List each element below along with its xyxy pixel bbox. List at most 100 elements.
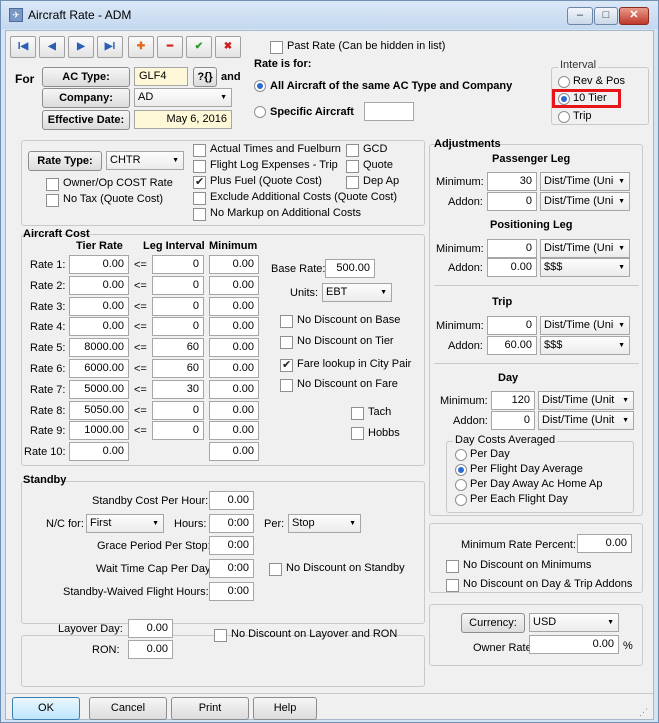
resize-grip-icon[interactable]: ⋰ — [639, 707, 648, 718]
minimum-field[interactable]: 0.00 — [209, 379, 259, 399]
owner-cost-checkbox[interactable] — [46, 178, 59, 191]
pos-addon-field[interactable]: 0.00 — [487, 258, 537, 277]
all-aircraft-radio[interactable] — [254, 80, 266, 92]
trip-addon-field[interactable]: 60.00 — [487, 336, 537, 355]
no-discount-layover-checkbox[interactable] — [214, 629, 227, 642]
rate-type-select[interactable]: CHTR — [106, 151, 184, 170]
plus-fuel-checkbox[interactable] — [193, 175, 206, 189]
leg-interval-field[interactable]: 0 — [152, 255, 204, 274]
tier-rate-field[interactable]: 0.00 — [69, 442, 129, 462]
dep-ap-checkbox[interactable] — [346, 176, 359, 189]
tier-rate-field[interactable]: 0.00 — [69, 317, 129, 337]
grace-period-field[interactable]: 0:00 — [209, 536, 254, 555]
day-addon-unit-select[interactable]: Dist/Time (Unit — [538, 411, 634, 430]
day-min-unit-select[interactable]: Dist/Time (Unit — [538, 391, 634, 410]
hobbs-checkbox[interactable] — [351, 427, 364, 440]
no-discount-tier-checkbox[interactable] — [280, 336, 293, 349]
prev-record-button[interactable]: ◀ — [39, 36, 65, 58]
close-button[interactable]: ✕ — [619, 7, 649, 25]
layover-day-field[interactable]: 0.00 — [128, 619, 173, 638]
day-min-field[interactable]: 120 — [491, 391, 535, 410]
leg-interval-field[interactable]: 0 — [152, 296, 204, 316]
no-discount-standby-checkbox[interactable] — [269, 563, 282, 576]
leg-interval-field[interactable]: 30 — [152, 379, 204, 399]
company-button[interactable]: Company: — [42, 88, 130, 108]
minimum-field[interactable]: 0.00 — [209, 296, 259, 316]
leg-interval-field[interactable]: 0 — [152, 317, 204, 337]
tier-rate-field[interactable]: 5050.00 — [69, 400, 129, 420]
effective-date-field[interactable]: May 6, 2016 — [134, 110, 232, 129]
no-tax-checkbox[interactable] — [46, 194, 59, 207]
cancel-edit-button[interactable]: ✖ — [215, 36, 241, 58]
minimum-field[interactable]: 0.00 — [209, 275, 259, 295]
min-rate-percent-field[interactable]: 0.00 — [577, 534, 632, 553]
fare-lookup-checkbox[interactable] — [280, 358, 293, 372]
interval-10-tier-radio[interactable] — [558, 93, 570, 105]
delete-record-button[interactable]: ━ — [157, 36, 183, 58]
accept-button[interactable]: ✔ — [186, 36, 212, 58]
ac-type-button[interactable]: AC Type: — [42, 67, 130, 87]
no-discount-day-trip-checkbox[interactable] — [446, 579, 459, 592]
currency-select[interactable]: USD — [529, 613, 619, 632]
maximize-button[interactable]: □ — [594, 7, 618, 25]
no-markup-checkbox[interactable] — [193, 208, 206, 221]
minimum-field[interactable]: 0.00 — [209, 400, 259, 420]
minimum-field[interactable]: 0.00 — [209, 338, 259, 358]
tier-rate-field[interactable]: 0.00 — [69, 255, 129, 274]
trip-min-field[interactable]: 0 — [487, 316, 537, 335]
no-discount-fare-checkbox[interactable] — [280, 379, 293, 392]
tier-rate-field[interactable]: 8000.00 — [69, 338, 129, 358]
minimum-field[interactable]: 0.00 — [209, 359, 259, 378]
interval-trip-radio[interactable] — [558, 111, 570, 123]
first-record-button[interactable]: I◀ — [10, 36, 36, 58]
tach-checkbox[interactable] — [351, 407, 364, 420]
interval-rev-pos-radio[interactable] — [558, 76, 570, 88]
minimize-button[interactable]: – — [567, 7, 593, 25]
minimum-field[interactable]: 0.00 — [209, 421, 259, 441]
leg-interval-field[interactable]: 0 — [152, 400, 204, 420]
tier-rate-field[interactable]: 0.00 — [69, 296, 129, 316]
per-each-flight-day-radio[interactable] — [455, 494, 467, 506]
ac-type-field[interactable]: GLF4 — [134, 67, 188, 86]
quote-checkbox[interactable] — [346, 160, 359, 173]
per-flight-day-average-radio[interactable] — [455, 464, 467, 476]
tier-rate-field[interactable]: 1000.00 — [69, 421, 129, 441]
per-day-radio[interactable] — [455, 449, 467, 461]
tier-rate-field[interactable]: 6000.00 — [69, 359, 129, 378]
pass-min-unit-select[interactable]: Dist/Time (Uni — [540, 172, 630, 191]
ron-field[interactable]: 0.00 — [128, 640, 173, 659]
units-select[interactable]: EBT — [322, 283, 392, 302]
specific-aircraft-radio[interactable] — [254, 106, 266, 118]
tier-rate-field[interactable]: 5000.00 — [69, 379, 129, 399]
base-rate-field[interactable]: 500.00 — [325, 259, 375, 278]
pos-min-unit-select[interactable]: Dist/Time (Uni — [540, 239, 630, 258]
next-record-button[interactable]: ▶ — [68, 36, 94, 58]
actual-times-checkbox[interactable] — [193, 144, 206, 157]
last-record-button[interactable]: ▶I — [97, 36, 123, 58]
leg-interval-field[interactable]: 60 — [152, 338, 204, 358]
minimum-field[interactable]: 0.00 — [209, 442, 259, 462]
pos-min-field[interactable]: 0 — [487, 239, 537, 258]
owner-rate-field[interactable]: 0.00 — [529, 635, 619, 654]
leg-interval-field[interactable]: 0 — [152, 275, 204, 295]
trip-min-unit-select[interactable]: Dist/Time (Uni — [540, 316, 630, 335]
effective-date-button[interactable]: Effective Date: — [42, 110, 130, 130]
pass-addon-unit-select[interactable]: Dist/Time (Uni — [540, 192, 630, 211]
pass-addon-field[interactable]: 0 — [487, 192, 537, 211]
past-rate-checkbox[interactable] — [270, 41, 283, 54]
exclude-costs-checkbox[interactable] — [193, 192, 206, 205]
pass-min-field[interactable]: 30 — [487, 172, 537, 191]
per-select[interactable]: Stop — [288, 514, 361, 533]
gcd-checkbox[interactable] — [346, 144, 359, 157]
lookup-button[interactable]: ?{} — [193, 67, 217, 87]
wait-cap-field[interactable]: 0:00 — [209, 559, 254, 578]
pos-addon-unit-select[interactable]: $$$ — [540, 258, 630, 277]
trip-addon-unit-select[interactable]: $$$ — [540, 336, 630, 355]
flight-log-checkbox[interactable] — [193, 160, 206, 173]
nc-for-select[interactable]: First — [86, 514, 164, 533]
cancel-button[interactable]: Cancel — [89, 697, 167, 720]
specific-aircraft-field[interactable] — [364, 102, 414, 121]
day-addon-field[interactable]: 0 — [491, 411, 535, 430]
leg-interval-field[interactable]: 0 — [152, 421, 204, 441]
ok-button[interactable]: OK — [12, 697, 80, 720]
